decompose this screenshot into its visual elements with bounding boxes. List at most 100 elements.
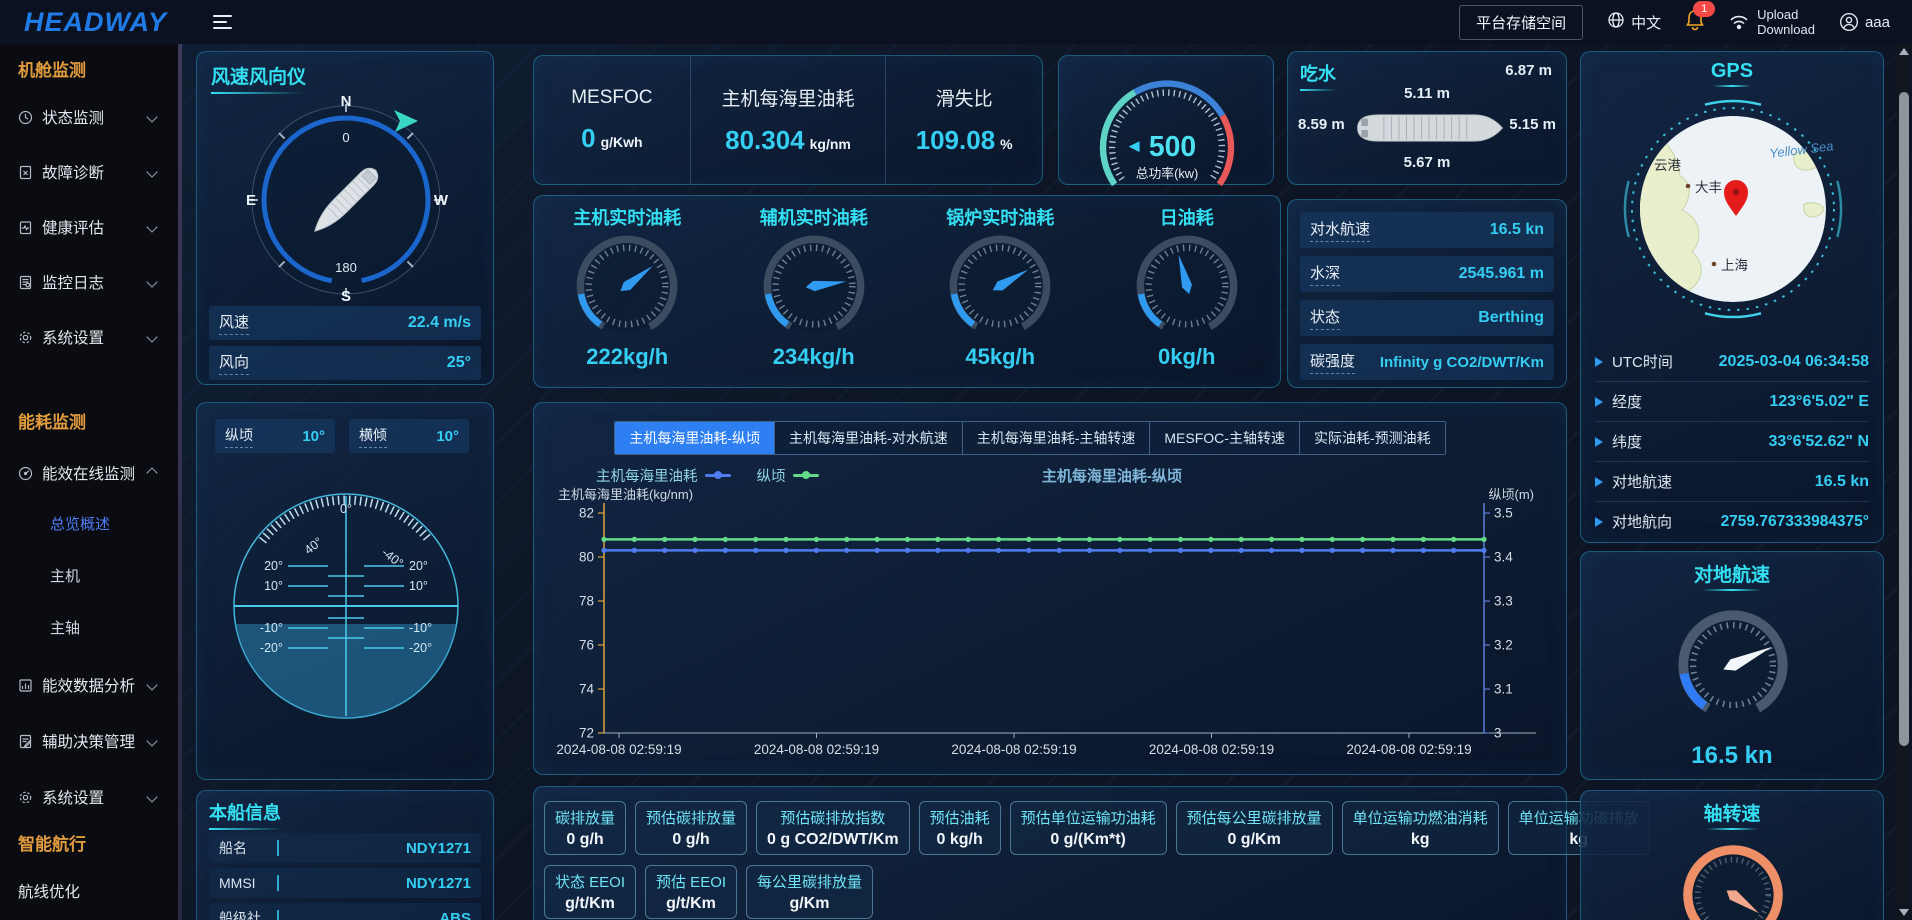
class-society-value: ABS: [439, 910, 471, 920]
slip-ratio-label: 滑失比: [936, 84, 993, 111]
trim-panel: 纵顷 10° 横倾 10° 40° 0° -40° 20: [196, 402, 494, 780]
fault-icon: [18, 165, 33, 180]
scroll-thumb[interactable]: [1899, 92, 1909, 746]
compass-w-label: W: [434, 192, 449, 209]
gps-row-sog: 对地航速 16.5 kn: [1595, 462, 1869, 502]
arrow-right-icon: [1595, 357, 1603, 367]
gps-row-latitude: 纬度 33°6'52.62" N: [1595, 422, 1869, 462]
chevron-down-icon: [146, 221, 157, 232]
sidebar-item-label: 系统设置: [42, 326, 104, 348]
sidebar-item-route-optimization[interactable]: 航线优化: [18, 874, 160, 908]
wind-speed-label: 风速: [219, 311, 249, 335]
sidebar-item-system-settings-1[interactable]: 系统设置: [18, 320, 160, 354]
boiler-fuel-gauge: 锅炉实时油耗 45kg/h: [907, 196, 1094, 387]
sidebar-item-label: 监控日志: [42, 271, 104, 293]
page-scrollbar[interactable]: [1897, 44, 1910, 920]
stat-status-eeoi: 状态 EEOIg/t/Km: [544, 865, 636, 919]
arrow-right-icon: [1595, 437, 1603, 447]
latitude-value: 33°6'52.62" N: [1768, 433, 1869, 451]
svg-text:2024-08-08 02:59:19: 2024-08-08 02:59:19: [1149, 742, 1274, 757]
sidebar-item-label: 能效在线监测: [42, 462, 135, 484]
status-value: Berthing: [1478, 309, 1544, 327]
sidebar-child-overview[interactable]: 总览概述: [18, 510, 178, 540]
svg-text:72: 72: [579, 726, 594, 741]
tab-mesfoc-shaft-rpm[interactable]: MESFOC-主轴转速: [1149, 422, 1299, 454]
svg-text:3.4: 3.4: [1494, 550, 1513, 565]
gauge-dial: [944, 230, 1056, 342]
stat-carbon-emission: 碳排放量0 g/h: [544, 801, 626, 855]
class-society-label: 船级社: [219, 908, 277, 920]
daily-fuel-gauge: 日油耗 0kg/h: [1094, 196, 1281, 387]
draft-title: 吃水: [1300, 60, 1336, 86]
gauge-title: 辅机实时油耗: [760, 204, 868, 230]
ship-name-value: NDY1271: [406, 840, 471, 857]
svg-text:3: 3: [1494, 726, 1502, 741]
draft-right-value: 5.15 m: [1509, 116, 1556, 133]
scroll-up-arrow[interactable]: [1899, 48, 1909, 55]
fuel-per-mile-unit: kg/nm: [810, 136, 851, 152]
sog-gauge-dial: [1658, 594, 1808, 736]
mesfoc-unit: g/Kwh: [601, 134, 643, 150]
trim-value: 10°: [302, 428, 325, 445]
map-city1-label: 云港: [1654, 158, 1682, 173]
main-engine-fuel-gauge: 主机实时油耗 222kg/h: [534, 196, 721, 387]
slip-ratio-col: 滑失比 109.08%: [885, 56, 1042, 184]
heel-tag: 横倾 10°: [349, 419, 469, 453]
divider: [277, 875, 279, 891]
menu-toggle-icon[interactable]: [213, 15, 232, 30]
decision-icon: [18, 734, 33, 749]
gauge-dial: [758, 230, 870, 342]
total-power-gauge: 500 总功率(kw): [1067, 58, 1267, 186]
gps-title: GPS: [1711, 60, 1753, 83]
sidebar-item-decision-management[interactable]: 辅助决策管理: [18, 724, 160, 758]
sidebar-item-label: 能效数据分析: [42, 674, 135, 696]
line-chart: 主机每海里油耗(kg/nm)纵顷(m)72747678808233.13.23.…: [534, 483, 1568, 775]
notification-badge: 1: [1693, 1, 1715, 17]
sidebar-item-energy-data-analysis[interactable]: 能效数据分析: [18, 668, 160, 702]
wind-speed-value: 22.4 m/s: [408, 314, 471, 332]
arrow-right-icon: [1595, 517, 1603, 527]
language-selector[interactable]: 中文: [1607, 11, 1661, 33]
sidebar-item-system-settings-2[interactable]: 系统设置: [18, 780, 160, 814]
mesfoc-label: MESFOC: [571, 87, 652, 109]
tab-fuel-trim[interactable]: 主机每海里油耗-纵顷: [615, 422, 774, 454]
svg-text:3.2: 3.2: [1494, 638, 1513, 653]
tab-actual-vs-predicted[interactable]: 实际油耗-预测油耗: [1299, 422, 1445, 454]
status-icon: [18, 110, 33, 125]
tab-fuel-stw[interactable]: 主机每海里油耗-对水航速: [774, 422, 962, 454]
analysis-icon: [18, 678, 33, 693]
legend-marker-icon: [705, 474, 731, 477]
sidebar-scrollbar[interactable]: [178, 44, 182, 920]
scale-right-neg20: -20°: [409, 641, 432, 655]
notification-bell[interactable]: 1: [1685, 9, 1705, 36]
sidebar-item-label: 故障诊断: [42, 161, 104, 183]
gauge-dial: [1131, 230, 1243, 342]
storage-button[interactable]: 平台存储空间: [1459, 5, 1583, 40]
tab-fuel-shaft-rpm[interactable]: 主机每海里油耗-主轴转速: [962, 422, 1150, 454]
sidebar-item-label: 系统设置: [42, 786, 104, 808]
sog-value: 16.5 kn: [1815, 473, 1869, 491]
trim-label: 纵顷: [225, 425, 253, 448]
user-menu[interactable]: aaa: [1839, 12, 1890, 32]
stat-carbon-per-km: 每公里碳排放量g/Km: [746, 865, 873, 919]
stat-est-carbon-emission: 预估碳排放量0 g/h: [635, 801, 747, 855]
fuel-per-mile-col: 主机每海里油耗 80.304kg/nm: [690, 56, 886, 184]
sidebar-item-monitor-log[interactable]: 监控日志: [18, 265, 160, 299]
scroll-down-arrow[interactable]: [1899, 909, 1909, 916]
sidebar-item-energy-online-monitor[interactable]: 能效在线监测: [18, 456, 160, 490]
upload-download[interactable]: Upload Download: [1729, 7, 1815, 37]
sidebar-item-status-monitor[interactable]: 状态监测: [18, 100, 160, 134]
chevron-down-icon: [146, 791, 157, 802]
globe-icon: [1607, 11, 1625, 33]
draft-bottom-value: 5.67 m: [1288, 154, 1566, 171]
sidebar-item-fault-diagnosis[interactable]: 故障诊断: [18, 155, 160, 189]
gps-row-longitude: 经度 123°6'5.02" E: [1595, 382, 1869, 422]
utc-label: UTC时间: [1612, 351, 1673, 372]
slip-ratio-unit: %: [1000, 136, 1012, 152]
sidebar-child-main-shaft[interactable]: 主轴: [18, 614, 178, 644]
divider: [277, 910, 279, 920]
class-society-row: 船级社 ABS: [209, 903, 481, 920]
sidebar-child-main-engine[interactable]: 主机: [18, 562, 178, 592]
sidebar-item-health-evaluation[interactable]: 健康评估: [18, 210, 160, 244]
gps-panel: GPS Yellow Sea 云港 大丰 上海: [1580, 51, 1884, 543]
